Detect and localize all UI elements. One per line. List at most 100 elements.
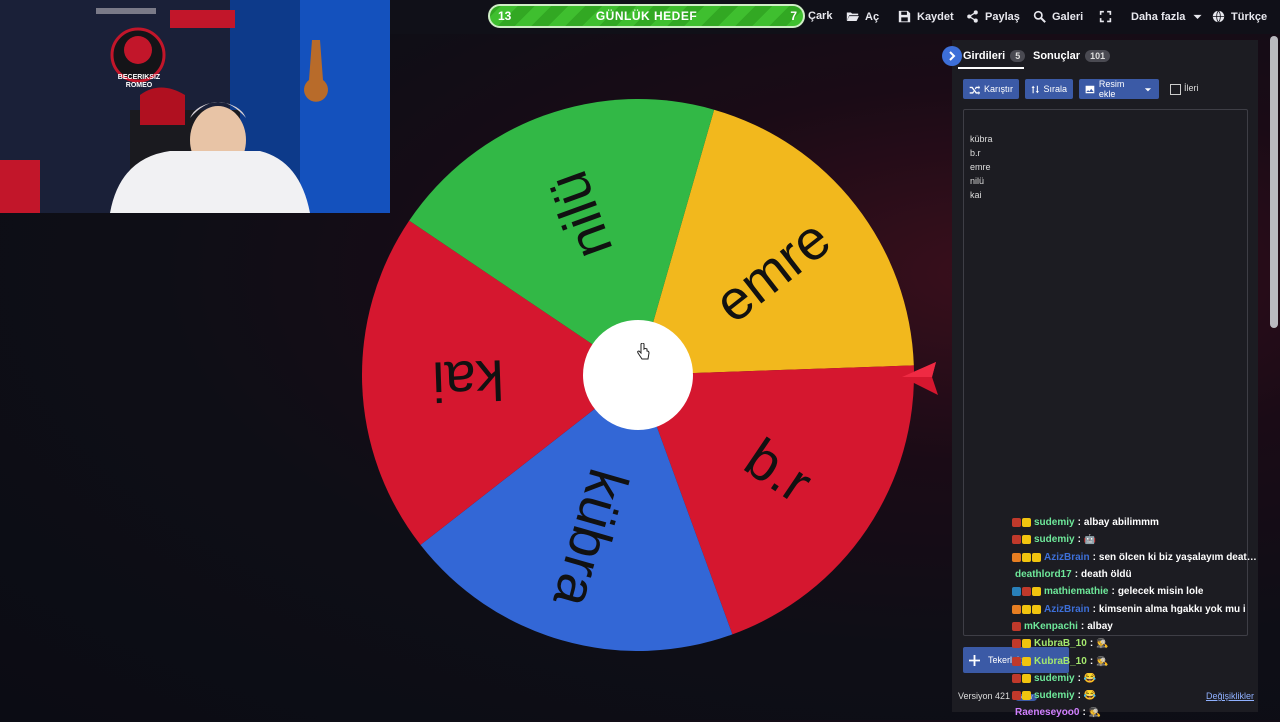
- chat-badge-icon: [1022, 604, 1031, 614]
- chat-username: mathiemathie: [1044, 586, 1109, 598]
- collapse-panel-button[interactable]: [942, 46, 962, 66]
- chat-badges: [1012, 552, 1041, 562]
- chat-message: AzizBrain: kimsenin alma hgakkı yok mu i: [1012, 600, 1262, 617]
- menu-save[interactable]: Kaydet: [898, 10, 954, 23]
- chat-message: AzizBrain: sen ölcen ki biz yaşalayım dea…: [1012, 549, 1262, 566]
- tab-count-badge: 5: [1010, 50, 1026, 62]
- chat-text: sen ölcen ki biz yaşalayım death ...: [1098, 551, 1262, 563]
- entry-line: kai: [970, 190, 982, 200]
- chat-message: sudemiy: 😂: [1012, 670, 1262, 687]
- chat-badge-icon: [1022, 673, 1031, 683]
- chat-text: 🤖: [1083, 534, 1097, 546]
- chat-separator: :: [1089, 638, 1094, 650]
- chat-badge-icon: [1012, 691, 1021, 701]
- tab-results[interactable]: Sonuçlar 101: [1033, 50, 1111, 62]
- entry-line: kübra: [970, 134, 993, 144]
- hand-cursor-icon: [637, 343, 650, 360]
- chat-message: sudemiy: 😂: [1012, 687, 1262, 704]
- search-icon: [1033, 10, 1046, 23]
- tab-entries[interactable]: Girdileri 5: [963, 50, 1026, 62]
- add-image-button[interactable]: Resim ekle: [1079, 79, 1159, 99]
- fullscreen-icon: [1099, 10, 1112, 23]
- sort-label: Sırala: [1043, 84, 1067, 94]
- chat-username: Raeneseyoo0: [1015, 707, 1080, 719]
- menu-item-label: Aç: [865, 10, 880, 23]
- chat-username: sudemiy: [1034, 690, 1075, 702]
- menu-open[interactable]: Aç: [846, 10, 879, 23]
- folder-open-icon: [846, 12, 859, 21]
- progress-right-value: 7: [790, 9, 797, 23]
- stream-chat-overlay: sudemiy: albay abilimmm sudemiy: 🤖 AzizBrain…: [1012, 514, 1262, 722]
- webcam-image: [0, 0, 390, 213]
- chat-username: sudemiy: [1034, 672, 1075, 684]
- chat-badges: [1012, 587, 1041, 597]
- chat-separator: :: [1074, 569, 1079, 581]
- chat-message: KubraB_10: 🕵: [1012, 652, 1262, 669]
- menu-item-label: Türkçe: [1231, 10, 1268, 23]
- chat-badge-icon: [1022, 552, 1031, 562]
- menu-wheel[interactable]: Çark: [808, 10, 832, 22]
- chat-badges: [1012, 673, 1031, 683]
- chat-badge-icon: [1022, 535, 1031, 545]
- chat-username: deathlord17: [1015, 569, 1072, 581]
- shuffle-button[interactable]: Karıştır: [963, 79, 1019, 99]
- advanced-label: İleri: [1184, 83, 1199, 93]
- advanced-checkbox[interactable]: [1170, 84, 1181, 95]
- chat-separator: :: [1077, 672, 1081, 684]
- save-icon: [898, 10, 911, 23]
- chat-badge-icon: [1022, 518, 1031, 528]
- globe-icon: [1212, 10, 1225, 23]
- tab-count-badge: 101: [1085, 50, 1111, 62]
- menu-fullscreen[interactable]: [1099, 10, 1112, 23]
- chat-message: Raeneseyoo0: 🕵: [1012, 704, 1262, 721]
- chat-badge-icon: [1012, 604, 1021, 614]
- chat-badges: [1012, 656, 1031, 666]
- chat-message: KubraB_10: 🕵: [1012, 635, 1262, 652]
- sort-button[interactable]: Sırala: [1025, 79, 1073, 99]
- chat-message: mathiemathie: gelecek misin lole: [1012, 583, 1262, 600]
- chevron-right-icon: [949, 51, 956, 61]
- chat-badge-icon: [1032, 552, 1041, 562]
- chat-separator: :: [1077, 690, 1081, 702]
- chat-username: KubraB_10: [1034, 655, 1087, 667]
- chat-text: albay abilimmm: [1083, 517, 1159, 529]
- chat-separator: :: [1077, 534, 1081, 546]
- chat-username: sudemiy: [1034, 534, 1075, 546]
- menu-more[interactable]: Daha fazla: [1131, 10, 1204, 23]
- tab-label: Girdileri: [963, 50, 1006, 62]
- chat-separator: :: [1080, 620, 1085, 632]
- menu-item-label: Kaydet: [917, 10, 954, 23]
- spin-wheel[interactable]: emreb.rkübrakainilü: [362, 99, 914, 651]
- chat-badge-icon: [1012, 552, 1021, 562]
- entry-line: b.r: [970, 148, 981, 158]
- menu-language[interactable]: Türkçe: [1212, 10, 1267, 23]
- menu-item-label: Galeri: [1052, 10, 1084, 23]
- chat-badge-icon: [1032, 604, 1041, 614]
- shuffle-icon: [969, 84, 980, 95]
- sort-icon: [1031, 85, 1039, 93]
- chat-badge-icon: [1012, 535, 1021, 545]
- page-scrollbar[interactable]: [1270, 36, 1278, 328]
- version-label: Versiyon 421: [958, 691, 1011, 701]
- streamer-logo-text: BECERIKSIZ ROMEO: [117, 74, 161, 89]
- chat-username: AzizBrain: [1044, 603, 1090, 615]
- menu-gallery[interactable]: Galeri: [1033, 10, 1083, 23]
- share-icon: [967, 10, 978, 23]
- shuffle-label: Karıştır: [983, 84, 1013, 94]
- daily-goal-progress-bar: 13 GÜNLÜK HEDEF 7: [488, 4, 805, 28]
- chat-username: mKenpachi: [1024, 620, 1078, 632]
- chat-text: albay: [1087, 620, 1113, 632]
- chat-text: 😂: [1083, 672, 1097, 684]
- chat-message: sudemiy: 🤖: [1012, 531, 1262, 548]
- chat-badges: [1012, 604, 1041, 614]
- wheel-center[interactable]: [583, 320, 693, 430]
- chat-text: 😂: [1083, 690, 1097, 702]
- active-tab-indicator: [958, 67, 1024, 69]
- wheel-pointer-icon: [902, 362, 938, 395]
- menu-share[interactable]: Paylaş: [966, 10, 1020, 23]
- chat-badge-icon: [1022, 587, 1031, 597]
- progress-title: GÜNLÜK HEDEF: [595, 9, 698, 23]
- chat-text: gelecek misin lole: [1117, 586, 1204, 598]
- chat-username: AzizBrain: [1044, 551, 1090, 563]
- chat-badge-icon: [1022, 639, 1031, 649]
